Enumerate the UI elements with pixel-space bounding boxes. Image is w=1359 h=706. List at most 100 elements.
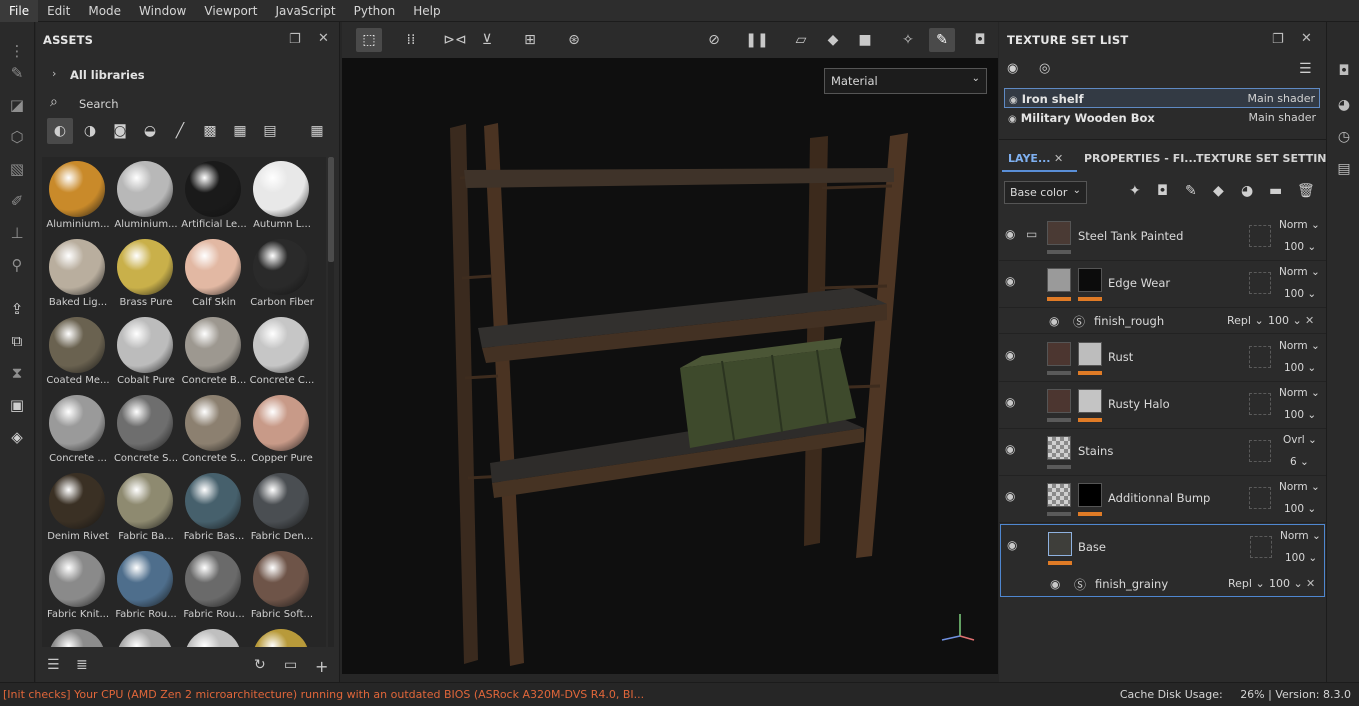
asset-scrollbar[interactable]: [328, 157, 334, 647]
opacity[interactable]: 100 ⌄: [1284, 503, 1316, 515]
color-picker-icon[interactable]: ⚲: [6, 254, 28, 276]
eye-icon[interactable]: ◉: [1005, 227, 1015, 241]
mask-slot[interactable]: [1249, 225, 1271, 247]
filter-filters-icon[interactable]: ◒: [137, 118, 163, 144]
filter-procedurals-icon[interactable]: ▩: [197, 118, 223, 144]
eye-icon[interactable]: ◉: [1005, 489, 1015, 503]
bake-icon[interactable]: ⧉: [6, 330, 28, 352]
asset-tile[interactable]: Aluminium...: [44, 157, 112, 235]
asset-tile[interactable]: Carbon Fiber: [248, 235, 316, 313]
menu-window[interactable]: Window: [130, 0, 195, 22]
screenshot-icon[interactable]: ◘: [967, 28, 993, 52]
all-libraries-label[interactable]: All libraries: [70, 68, 145, 82]
opacity[interactable]: 100 ⌄: [1284, 241, 1316, 253]
menu-edit[interactable]: Edit: [38, 0, 79, 22]
asset-tile[interactable]: [248, 625, 316, 647]
asset-tile[interactable]: Aluminium...: [112, 157, 180, 235]
asset-tile[interactable]: Fabric Knit...: [44, 547, 112, 625]
collapse-icon[interactable]: ⋮: [6, 40, 28, 62]
asset-tile[interactable]: Fabric Soft...: [248, 547, 316, 625]
delete-layer-icon[interactable]: 🗑: [1297, 183, 1315, 199]
blend-mode[interactable]: Ovrl ⌄: [1283, 434, 1317, 446]
blend-mode[interactable]: Norm ⌄: [1279, 340, 1320, 352]
filter-brushes-icon[interactable]: ╱: [167, 118, 193, 144]
asset-tile[interactable]: [44, 625, 112, 647]
layer-base[interactable]: ◉ Base Norm ⌄ 100 ⌄ ◉ Ⓢ finish_grainy Re…: [1000, 524, 1325, 597]
asset-tile[interactable]: Copper Pure: [248, 391, 316, 469]
chevron-right-icon[interactable]: ›: [52, 67, 56, 80]
asset-tile[interactable]: Artificial Le...: [180, 157, 248, 235]
grid-snap-icon[interactable]: ⁞⁞: [398, 28, 424, 52]
menu-javascript[interactable]: JavaScript: [266, 0, 344, 22]
menu-viewport[interactable]: Viewport: [195, 0, 266, 22]
grid-view-icon[interactable]: ▦: [304, 118, 330, 144]
eye-icon[interactable]: ◉: [1005, 442, 1015, 456]
asset-tile[interactable]: Concrete S...: [180, 391, 248, 469]
asset-tile[interactable]: Baked Lig...: [44, 235, 112, 313]
add-icon[interactable]: +: [315, 657, 328, 676]
status-message[interactable]: [Init checks] Your CPU (AMD Zen 2 microa…: [3, 688, 644, 701]
smudge-tool-icon[interactable]: ✐: [6, 190, 28, 212]
texture-set-menu-icon[interactable]: ☰: [1299, 61, 1312, 77]
view-mode-icon[interactable]: ▱: [788, 28, 814, 52]
eye-icon[interactable]: ◉: [1005, 274, 1015, 288]
effect-finish-rough[interactable]: ◉ Ⓢ finish_rough Repl ⌄ 100 ⌄ ✕: [999, 308, 1326, 334]
blend-mode[interactable]: Norm ⌄: [1280, 530, 1321, 542]
asset-tile[interactable]: Fabric Rou...: [180, 547, 248, 625]
polygon-fill-icon[interactable]: ▧: [6, 158, 28, 180]
folder-icon[interactable]: ▭: [284, 657, 297, 673]
layer-edge-wear[interactable]: ◉ Edge Wear Norm ⌄ 100 ⌄: [999, 261, 1326, 308]
menu-help[interactable]: Help: [404, 0, 449, 22]
tab-layers[interactable]: LAYE...: [1008, 152, 1051, 165]
paint-mode-icon[interactable]: ✎: [929, 28, 955, 52]
add-effect-icon[interactable]: ✦: [1129, 183, 1141, 199]
eye-icon[interactable]: ◉: [1008, 114, 1017, 125]
add-smart-mask-icon[interactable]: ◕: [1241, 183, 1253, 199]
display-settings-icon[interactable]: ▣: [6, 394, 28, 416]
undock-icon[interactable]: ❐: [1272, 32, 1284, 47]
symmetry-icon[interactable]: ⊳⊲: [442, 28, 468, 52]
camera-icon[interactable]: ■: [852, 28, 878, 52]
cube-icon[interactable]: ◆: [820, 28, 846, 52]
mask-slot[interactable]: [1249, 272, 1271, 294]
hide-icon[interactable]: ⊘: [701, 28, 727, 52]
iray-icon[interactable]: ✧: [895, 28, 921, 52]
asset-tile[interactable]: Denim Rivet: [44, 469, 112, 547]
blend-mode[interactable]: Norm ⌄: [1279, 219, 1320, 231]
asset-tile[interactable]: Fabric Bas...: [180, 469, 248, 547]
eye-icon[interactable]: ◉: [1049, 314, 1059, 328]
add-fill-layer-icon[interactable]: ◆: [1213, 183, 1224, 199]
asset-tile[interactable]: Autumn L...: [248, 157, 316, 235]
tab-properties[interactable]: PROPERTIES - FI...: [1084, 152, 1197, 165]
asset-tile[interactable]: [180, 625, 248, 647]
camera-settings-icon[interactable]: ◘: [1333, 60, 1355, 82]
selection-mode-icon[interactable]: ⬚: [356, 28, 382, 52]
layer-rust[interactable]: ◉ Rust Norm ⌄ 100 ⌄: [999, 335, 1326, 382]
filter-masks-icon[interactable]: ◙: [107, 118, 133, 144]
channel-select[interactable]: Base color ⌄: [1004, 181, 1087, 204]
layer-rusty-halo[interactable]: ◉ Rusty Halo Norm ⌄ 100 ⌄: [999, 382, 1326, 429]
eye-icon[interactable]: ◉: [1007, 538, 1017, 552]
shelf-icon[interactable]: ◈: [6, 426, 28, 448]
refresh-icon[interactable]: ↻: [254, 657, 266, 673]
scrollbar-thumb[interactable]: [328, 157, 334, 262]
tab-texture-set-settings[interactable]: TEXTURE SET SETTIN...: [1196, 152, 1339, 165]
effect-mode[interactable]: Repl ⌄: [1227, 314, 1264, 327]
filter-smart-materials-icon[interactable]: ◑: [77, 118, 103, 144]
blend-mode[interactable]: Norm ⌄: [1279, 481, 1320, 493]
layer-stains[interactable]: ◉ Stains Ovrl ⌄ 6 ⌄: [999, 429, 1326, 476]
remove-effect-icon[interactable]: ✕: [1306, 577, 1315, 590]
import-list-icon[interactable]: ☰: [47, 657, 60, 673]
remove-effect-icon[interactable]: ✕: [1305, 314, 1314, 327]
eraser-tool-icon[interactable]: ◪: [6, 94, 28, 116]
asset-tile[interactable]: Concrete C...: [248, 313, 316, 391]
asset-tile[interactable]: Fabric Rou...: [112, 547, 180, 625]
opacity[interactable]: 6 ⌄: [1290, 456, 1309, 468]
log-icon[interactable]: ▤: [1333, 158, 1355, 180]
layer-additionnal-bump[interactable]: ◉ Additionnal Bump Norm ⌄ 100 ⌄: [999, 476, 1326, 523]
asset-tile[interactable]: Concrete S...: [112, 391, 180, 469]
close-icon[interactable]: ✕: [318, 31, 329, 46]
eye-icon[interactable]: ◎: [1039, 61, 1050, 76]
effect-mode[interactable]: Repl ⌄: [1228, 577, 1265, 590]
opacity[interactable]: 100 ⌄: [1285, 552, 1317, 564]
